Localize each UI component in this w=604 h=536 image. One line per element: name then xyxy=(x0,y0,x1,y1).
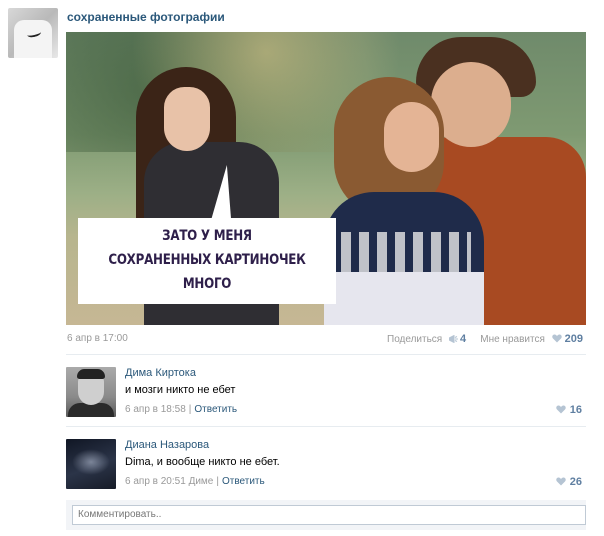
comment-author[interactable]: Дима Киртока xyxy=(125,367,196,379)
image-figure xyxy=(341,232,471,272)
comment-date[interactable]: 6 апр в 20:51 xyxy=(125,476,186,487)
image-figure xyxy=(164,87,210,151)
comment-like-count: 26 xyxy=(569,476,582,488)
separator: | xyxy=(188,404,192,415)
comment-like-button[interactable]: 26 xyxy=(552,476,582,488)
comment-item: Диана Назарова Dima, и вообще никто не е… xyxy=(66,439,586,499)
group-avatar[interactable] xyxy=(8,8,58,58)
separator: | xyxy=(216,476,219,487)
caption-line: МНОГО xyxy=(182,276,232,292)
comment-meta: 6 апр в 20:51 Диме | Ответить xyxy=(125,476,265,487)
image-figure xyxy=(384,102,439,172)
divider xyxy=(66,354,586,355)
reply-link[interactable]: Ответить xyxy=(222,476,265,487)
reply-link[interactable]: Ответить xyxy=(194,404,237,415)
comment-item: Дима Киртока и мозги никто не ебет 6 апр… xyxy=(66,367,586,427)
like-count: 209 xyxy=(564,333,583,345)
caption-line: СОХРАНЕННЫХ КАРТИНОЧЕК xyxy=(108,252,306,268)
heart-icon xyxy=(556,477,566,486)
group-name-link[interactable]: сохраненные фотографии xyxy=(67,10,225,24)
share-button[interactable]: Поделиться 4 xyxy=(387,333,466,345)
like-button[interactable]: Мне нравится 209 xyxy=(480,333,583,345)
share-label: Поделиться xyxy=(387,334,443,345)
comment-form: Комментировать.. xyxy=(66,500,586,530)
comment-input[interactable]: Комментировать.. xyxy=(72,505,586,525)
heart-icon xyxy=(556,405,566,414)
avatar-figure xyxy=(72,449,110,475)
avatar-shirt xyxy=(14,20,52,58)
comment-like-button[interactable]: 16 xyxy=(552,404,582,416)
caption-line: ЗАТО У МЕНЯ xyxy=(162,228,252,244)
divider xyxy=(66,426,586,427)
heart-icon xyxy=(551,334,562,343)
reply-to[interactable]: Диме xyxy=(189,476,214,487)
post-meta: 6 апр в 17:00 Поделиться 4 Мне нравится … xyxy=(67,333,583,347)
like-label: Мне нравится xyxy=(480,334,545,345)
comment-text: Dima, и вообще никто не ебет. xyxy=(125,456,280,468)
share-count: 4 xyxy=(460,333,467,345)
comment-meta: 6 апр в 18:58 | Ответить xyxy=(125,404,237,415)
avatar-figure xyxy=(77,369,105,379)
megaphone-icon xyxy=(449,335,459,343)
avatar[interactable] xyxy=(66,367,116,417)
post-date[interactable]: 6 апр в 17:00 xyxy=(67,333,128,344)
comment-like-count: 16 xyxy=(569,404,582,416)
comment-author[interactable]: Диана Назарова xyxy=(125,439,209,451)
image-figure xyxy=(324,272,484,325)
comment-text: и мозги никто не ебет xyxy=(125,384,236,396)
comment-date[interactable]: 6 апр в 18:58 xyxy=(125,404,186,415)
post-image[interactable]: ЗАТО У МЕНЯ СОХРАНЕННЫХ КАРТИНОЧЕК МНОГО xyxy=(66,32,586,325)
avatar-figure xyxy=(68,403,114,417)
avatar[interactable] xyxy=(66,439,116,489)
image-caption: ЗАТО У МЕНЯ СОХРАНЕННЫХ КАРТИНОЧЕК МНОГО xyxy=(101,224,313,296)
